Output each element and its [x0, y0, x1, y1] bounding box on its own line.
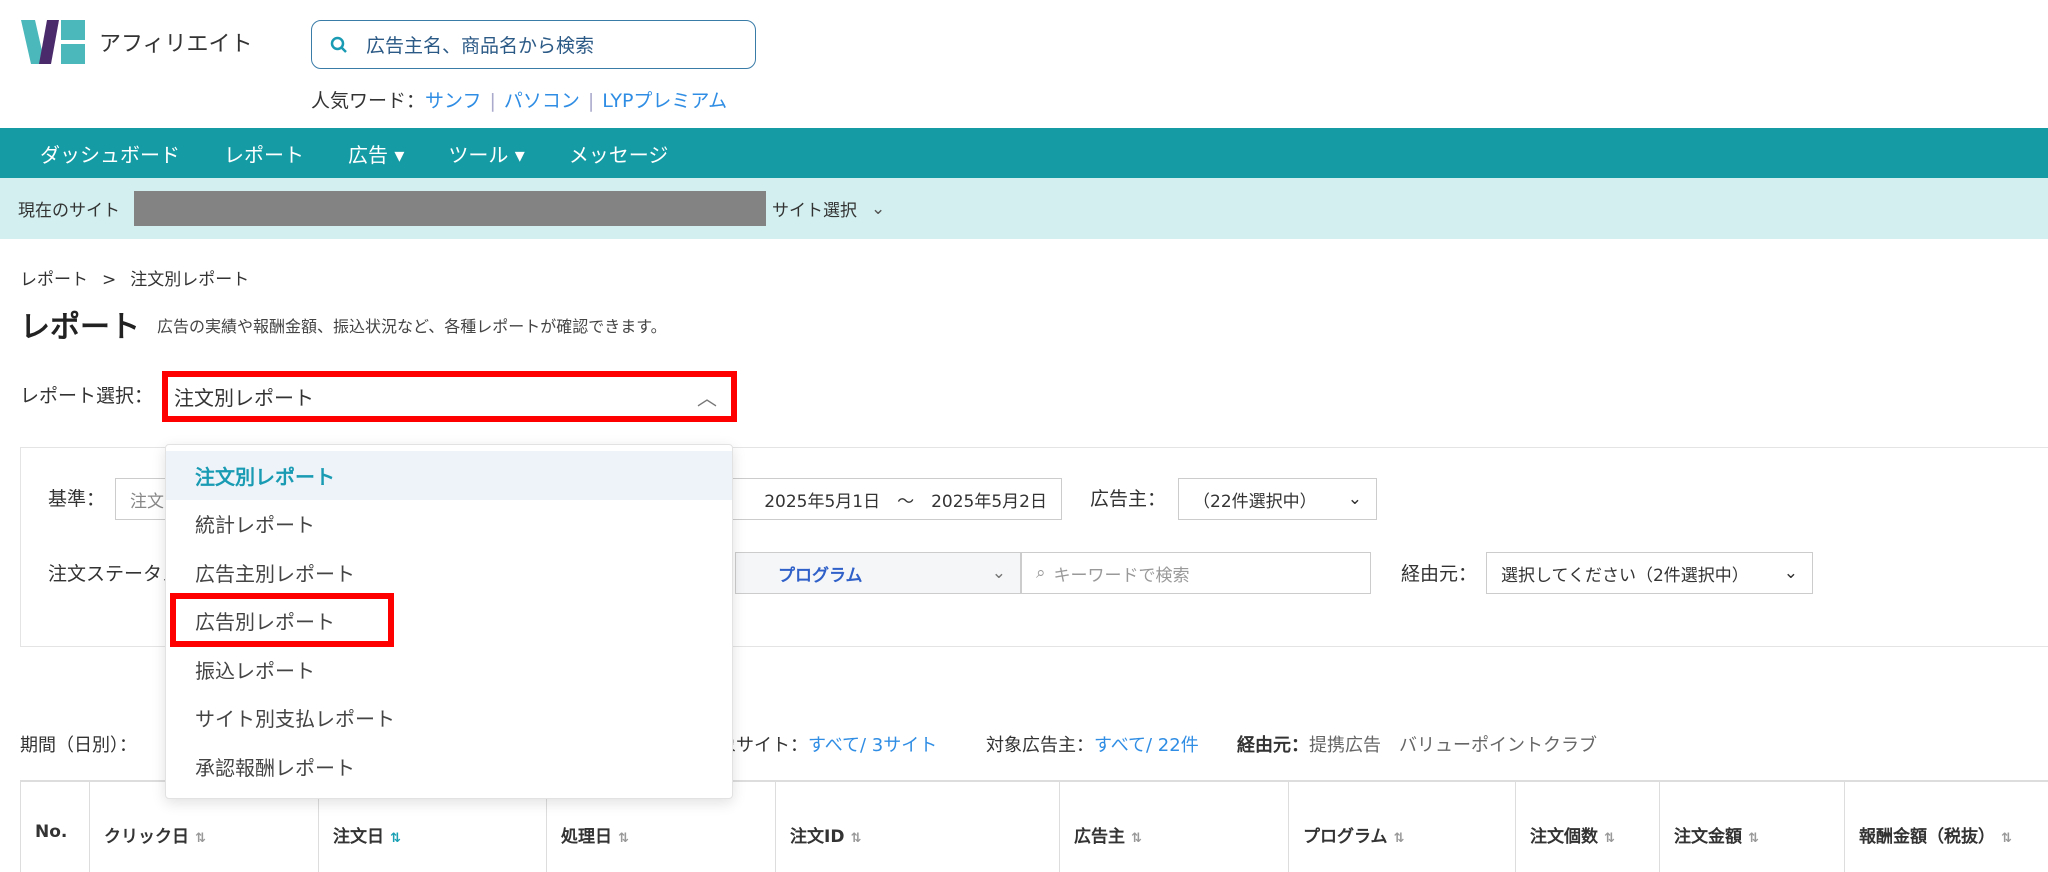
- advertiser-value: （22件選択中）: [1193, 491, 1317, 512]
- adv-label: 対象広告主：: [986, 735, 1094, 756]
- chevron-down-icon: ⌄: [991, 563, 1006, 583]
- popular-word-link[interactable]: LYPプレミアム: [602, 90, 727, 112]
- advertiser-label: 広告主：: [1090, 488, 1167, 510]
- via-summary-label: 経由元：: [1237, 735, 1309, 756]
- site-bar: 現在のサイト サイト選択 ⌄: [0, 178, 2048, 239]
- chevron-down-icon: ⌄: [1347, 489, 1362, 509]
- sort-icon[interactable]: ⇅: [1131, 831, 1142, 846]
- breadcrumb: レポート > 注文別レポート: [20, 265, 249, 290]
- popular-word-link[interactable]: サンフ: [425, 90, 481, 112]
- date-range-value: 2025年5月1日 ～ 2025年5月2日: [764, 491, 1047, 512]
- sort-icon[interactable]: ⇅: [195, 831, 206, 846]
- via-summary-value: 提携広告 バリューポイントクラブ: [1309, 735, 1597, 756]
- basis-label: 基準：: [48, 488, 106, 510]
- option-stats-report[interactable]: 統計レポート: [166, 500, 732, 549]
- col-order-amount[interactable]: 注文金額 ⇅: [1660, 782, 1845, 872]
- search-input[interactable]: 広告主名、商品名から検索: [311, 20, 756, 69]
- site-value-link[interactable]: すべて/ 3サイト: [808, 735, 937, 756]
- option-transfer-report[interactable]: 振込レポート: [166, 645, 732, 694]
- period-label: 期間（日別）：: [20, 735, 137, 756]
- sort-icon[interactable]: ⇅: [850, 831, 861, 846]
- nav-ads[interactable]: 広告 ▾: [348, 139, 404, 168]
- sort-icon[interactable]: ⇅: [1394, 831, 1405, 846]
- via-label: 経由元：: [1401, 563, 1478, 585]
- highlight-box: [170, 593, 394, 647]
- chevron-down-icon: ⌄: [871, 198, 886, 219]
- adv-value-link[interactable]: すべて/ 22件: [1094, 735, 1199, 756]
- current-site-label: 現在のサイト: [18, 201, 120, 221]
- col-advertiser[interactable]: 広告主 ⇅: [1060, 782, 1289, 872]
- report-select[interactable]: 注文別レポート ︿: [162, 371, 737, 422]
- popular-words: 人気ワード：サンフ | パソコン | LYPプレミアム: [311, 90, 728, 112]
- col-quantity[interactable]: 注文個数 ⇅: [1516, 782, 1660, 872]
- nav-dashboard[interactable]: ダッシュボード: [40, 139, 180, 168]
- chevron-up-icon: ︿: [697, 386, 717, 410]
- report-select-label: レポート選択：: [20, 385, 154, 407]
- summary-advertiser: 対象広告主：すべて/ 22件: [986, 731, 1199, 757]
- search-placeholder: 広告主名、商品名から検索: [366, 35, 595, 57]
- sort-icon[interactable]: ⇅: [2001, 831, 2012, 846]
- chevron-down-icon: ⌄: [1783, 563, 1798, 583]
- page-description: 広告の実績や報酬金額、振込状況など、各種レポートが確認できます。: [157, 317, 667, 336]
- brand-name: アフィリエイト: [99, 32, 253, 57]
- col-program[interactable]: プログラム ⇅: [1289, 782, 1516, 872]
- status-label: 注文ステータス: [48, 563, 168, 585]
- program-value: プログラム: [778, 565, 863, 586]
- advertiser-select[interactable]: （22件選択中） ⌄: [1178, 478, 1377, 520]
- col-no: No.: [20, 782, 90, 872]
- summary-via: 経由元：提携広告 バリューポイントクラブ: [1237, 731, 1597, 757]
- keyword-placeholder: キーワードで検索: [1053, 565, 1190, 586]
- breadcrumb-current: 注文別レポート: [130, 270, 250, 290]
- site-name-redacted: [134, 191, 766, 226]
- search-icon: [330, 36, 347, 53]
- breadcrumb-root[interactable]: レポート: [20, 270, 88, 290]
- nav-tools[interactable]: ツール ▾: [448, 139, 524, 168]
- col-order-id[interactable]: 注文ID ⇅: [776, 782, 1060, 872]
- date-range-input[interactable]: 2025年5月1日 ～ 2025年5月2日: [700, 478, 1062, 520]
- summary-site: 対象サイト：すべて/ 3サイト: [700, 731, 937, 757]
- site-select-button[interactable]: サイト選択: [772, 196, 857, 221]
- sort-icon[interactable]: ⇅: [1604, 831, 1615, 846]
- search-icon: ⌕: [1036, 563, 1046, 583]
- program-select[interactable]: プログラム ⌄: [735, 552, 1021, 594]
- page-title: レポート: [20, 310, 140, 345]
- option-approved-reward-report[interactable]: 承認報酬レポート: [166, 742, 732, 791]
- sort-icon[interactable]: ⇅: [390, 831, 401, 846]
- sort-icon[interactable]: ⇅: [1748, 831, 1759, 846]
- via-value: 選択してください（2件選択中）: [1501, 565, 1749, 586]
- popular-label: 人気ワード：: [311, 90, 426, 112]
- option-site-payment-report[interactable]: サイト別支払レポート: [166, 694, 732, 743]
- keyword-input[interactable]: ⌕ キーワードで検索: [1021, 552, 1371, 594]
- option-advertiser-report[interactable]: 広告主別レポート: [166, 548, 732, 597]
- via-select[interactable]: 選択してください（2件選択中） ⌄: [1486, 552, 1813, 594]
- col-reward-amount[interactable]: 報酬金額（税抜） ⇅: [1845, 782, 2048, 872]
- nav-report[interactable]: レポート: [224, 139, 304, 168]
- sort-icon[interactable]: ⇅: [618, 831, 629, 846]
- logo: [21, 20, 85, 64]
- breadcrumb-sep: >: [102, 270, 117, 290]
- option-order-report[interactable]: 注文別レポート: [166, 451, 732, 500]
- main-nav: ダッシュボード レポート 広告 ▾ ツール ▾ メッセージ: [0, 128, 2048, 178]
- popular-word-link[interactable]: パソコン: [504, 90, 580, 112]
- nav-messages[interactable]: メッセージ: [569, 139, 669, 168]
- report-select-value: 注文別レポート: [174, 386, 314, 410]
